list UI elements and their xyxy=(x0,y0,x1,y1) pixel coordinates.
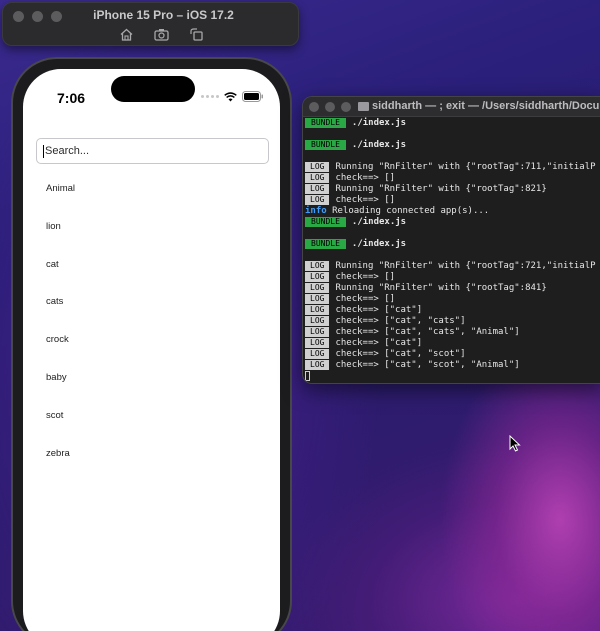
search-input[interactable]: Search... xyxy=(36,138,269,164)
terminal-line: LOG check==> [] xyxy=(305,294,600,305)
terminal-line-text: Reloading connected app(s)... xyxy=(332,206,490,216)
terminal-line: LOG check==> ["cat"] xyxy=(305,305,600,316)
terminal-title: siddharth — ; exit — /Users/siddharth/Do… xyxy=(372,100,600,112)
list-item[interactable]: cats xyxy=(46,296,63,307)
simulator-toolbar xyxy=(119,28,204,41)
terminal-line: LOG check==> [] xyxy=(305,195,600,206)
list-item[interactable]: Animal xyxy=(46,183,75,194)
terminal-line-text: Running "RnFilter" with {"rootTag":711,"… xyxy=(335,162,596,172)
terminal-line: LOG check==> [] xyxy=(305,173,600,184)
iphone-device: 7:06 Search... Animal lion cat cats crock bab… xyxy=(11,57,292,631)
wifi-icon xyxy=(224,91,237,101)
log-tag: LOG xyxy=(305,162,330,172)
terminal-line: LOG check==> ["cat", "cats"] xyxy=(305,316,600,327)
folder-icon xyxy=(358,102,369,111)
log-tag: LOG xyxy=(305,173,330,183)
dynamic-island xyxy=(111,76,195,102)
log-tag: LOG xyxy=(305,261,330,271)
terminal-output[interactable]: BUNDLE ./index.js BUNDLE ./index.js LOG Runni… xyxy=(305,118,600,382)
terminal-line-text: check==> ["cat"] xyxy=(335,305,423,315)
list-item[interactable]: cat xyxy=(46,259,59,270)
terminal-line-text: Running "RnFilter" with {"rootTag":721,"… xyxy=(335,261,596,271)
bundle-tag: BUNDLE xyxy=(305,118,346,128)
rotate-icon[interactable] xyxy=(189,28,204,41)
terminal-line-text: ./index.js xyxy=(351,239,407,249)
terminal-line-text: check==> [] xyxy=(335,272,396,282)
terminal-line-text: check==> ["cat", "cats"] xyxy=(335,316,466,326)
log-tag: LOG xyxy=(305,195,330,205)
log-tag: LOG xyxy=(305,283,330,293)
terminal-line: LOG Running "RnFilter" with {"rootTag":71… xyxy=(305,162,600,173)
list-item[interactable]: lion xyxy=(46,221,61,232)
terminal-line-text: check==> [] xyxy=(335,173,396,183)
terminal-line-text: Running "RnFilter" with {"rootTag":821} xyxy=(335,184,547,194)
terminal-line-text: check==> ["cat"] xyxy=(335,338,423,348)
log-tag: LOG xyxy=(305,327,330,337)
terminal-line: BUNDLE ./index.js xyxy=(305,239,600,250)
terminal-line-text: check==> [] xyxy=(335,294,396,304)
terminal-line: LOG check==> [] xyxy=(305,272,600,283)
phone-screen: 7:06 Search... Animal lion cat cats crock bab… xyxy=(23,69,280,631)
simulator-title: iPhone 15 Pro – iOS 17.2 xyxy=(93,8,234,22)
list-item[interactable]: scot xyxy=(46,410,63,421)
terminal-zoom-button[interactable] xyxy=(341,102,351,112)
log-tag: LOG xyxy=(305,272,330,282)
log-tag: LOG xyxy=(305,305,330,315)
terminal-line: BUNDLE ./index.js xyxy=(305,118,600,129)
terminal-line: LOG Running "RnFilter" with {"rootTag":72… xyxy=(305,261,600,272)
terminal-cursor xyxy=(305,371,310,381)
log-tag: LOG xyxy=(305,349,330,359)
terminal-title-bar: siddharth — ; exit — /Users/siddharth/Do… xyxy=(303,97,600,117)
bundle-tag: BUNDLE xyxy=(305,239,346,249)
log-tag: LOG xyxy=(305,294,330,304)
terminal-line: LOG Running "RnFilter" with {"rootTag":84… xyxy=(305,283,600,294)
terminal-minimize-button[interactable] xyxy=(325,102,335,112)
text-cursor xyxy=(43,144,44,158)
terminal-line-text: check==> [] xyxy=(335,195,396,205)
terminal-line: BUNDLE ./index.js xyxy=(305,217,600,228)
simulator-title-bar: iPhone 15 Pro – iOS 17.2 xyxy=(2,2,299,46)
status-icons xyxy=(201,91,264,102)
log-tag: LOG xyxy=(305,316,330,326)
terminal-line-text: check==> ["cat", "scot"] xyxy=(335,349,466,359)
log-tag: LOG xyxy=(305,338,330,348)
terminal-close-button[interactable] xyxy=(309,102,319,112)
mouse-pointer-icon xyxy=(509,435,521,452)
status-time: 7:06 xyxy=(57,90,86,106)
terminal-line: LOG check==> ["cat", "scot"] xyxy=(305,349,600,360)
terminal-line-text: ./index.js xyxy=(351,140,407,150)
terminal-window: siddharth — ; exit — /Users/siddharth/Do… xyxy=(302,96,600,384)
screenshot-icon[interactable] xyxy=(154,28,169,41)
terminal-line-text: Running "RnFilter" with {"rootTag":841} xyxy=(335,283,547,293)
terminal-window-controls xyxy=(309,102,351,112)
log-tag: LOG xyxy=(305,360,330,370)
bundle-tag: BUNDLE xyxy=(305,140,346,150)
terminal-line: BUNDLE ./index.js xyxy=(305,140,600,151)
battery-icon xyxy=(242,91,263,102)
cellular-icon xyxy=(201,95,219,98)
terminal-line-text: ./index.js xyxy=(351,118,407,128)
search-placeholder: Search... xyxy=(45,145,90,157)
terminal-line-text: check==> ["cat", "cats", "Animal"] xyxy=(335,327,520,337)
info-tag: info xyxy=(305,206,333,216)
terminal-line: LOG check==> ["cat", "cats", "Animal"] xyxy=(305,327,600,338)
terminal-line-text: check==> ["cat", "scot", "Animal"] xyxy=(335,360,520,370)
home-icon[interactable] xyxy=(119,28,134,41)
terminal-line: LOG check==> ["cat", "scot", "Animal"] xyxy=(305,360,600,371)
terminal-line: LOG check==> ["cat"] xyxy=(305,338,600,349)
terminal-line: LOG Running "RnFilter" with {"rootTag":82… xyxy=(305,184,600,195)
terminal-line: info Reloading connected app(s)... xyxy=(305,206,600,217)
log-tag: LOG xyxy=(305,184,330,194)
terminal-line-text: ./index.js xyxy=(351,217,407,227)
bundle-tag: BUNDLE xyxy=(305,217,346,227)
list-item[interactable]: crock xyxy=(46,334,69,345)
list-item[interactable]: baby xyxy=(46,372,67,383)
list-item[interactable]: zebra xyxy=(46,448,70,459)
